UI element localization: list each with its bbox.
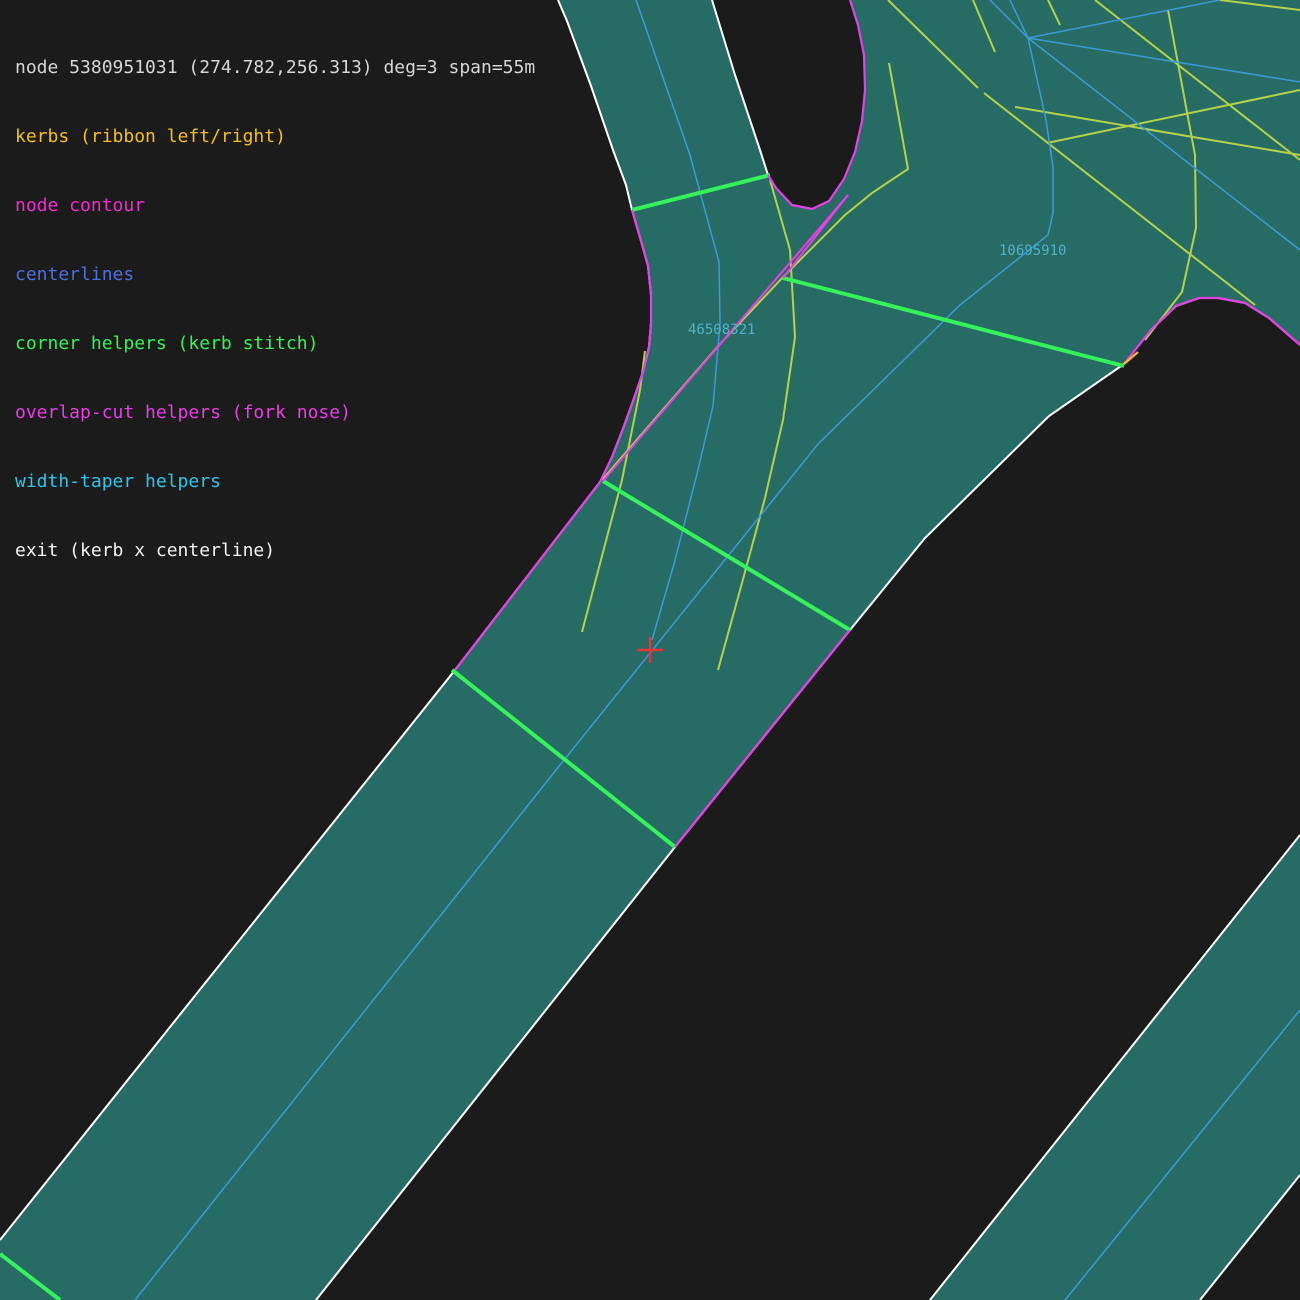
way-label-b: 10695910 bbox=[999, 243, 1066, 259]
legend-item-contour: node contour bbox=[15, 195, 146, 216]
legend-item-centerlines: centerlines bbox=[15, 264, 135, 285]
legend-item-exit: exit (kerb x centerline) bbox=[15, 540, 276, 561]
legend: node 5380951031 (274.782,256.313) deg=3 … bbox=[15, 10, 535, 608]
way-label-a: 46508321 bbox=[688, 322, 755, 338]
legend-item-corner-helpers: corner helpers (kerb stitch) bbox=[15, 333, 319, 354]
node-info-header: node 5380951031 (274.782,256.313) deg=3 … bbox=[15, 57, 536, 78]
debug-canvas: 46508321 10695910 node 5380951031 (274.7… bbox=[0, 0, 1300, 1300]
legend-item-overlap-cut: overlap-cut helpers (fork nose) bbox=[15, 402, 351, 423]
legend-item-width-taper: width-taper helpers bbox=[15, 471, 221, 492]
legend-item-kerbs: kerbs (ribbon left/right) bbox=[15, 126, 286, 147]
